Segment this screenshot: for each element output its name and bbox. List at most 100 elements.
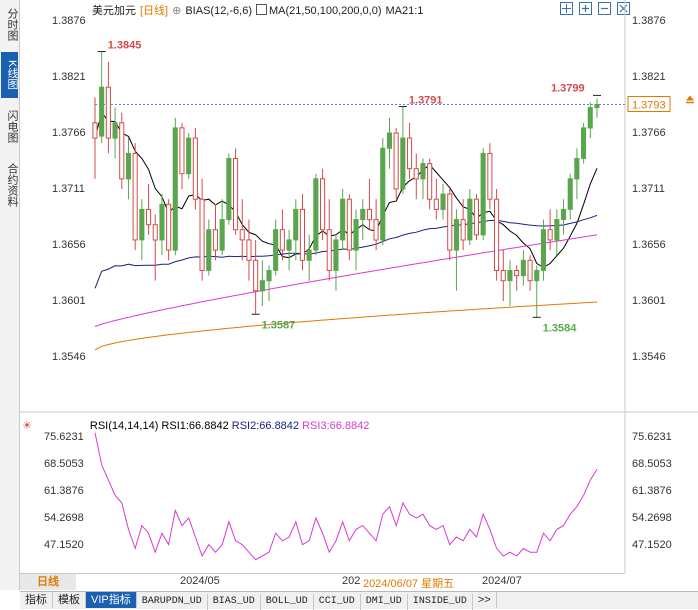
candle-body — [333, 239, 339, 271]
symbol-name: 美元加元 — [92, 5, 136, 17]
candle-body — [266, 270, 272, 282]
candle-body — [273, 229, 279, 271]
price-tick-right: 1.3711 — [632, 183, 665, 195]
move-icon[interactable] — [560, 2, 573, 15]
candle-body — [286, 239, 292, 251]
candle-body — [413, 168, 419, 180]
indicator-ma21: MA21:1 — [385, 5, 424, 17]
candle-body — [119, 122, 125, 180]
price-tick-left: 1.3821 — [52, 71, 86, 83]
tab-indicators[interactable]: 指标 — [20, 592, 53, 608]
price-tick-left: 1.3656 — [52, 239, 86, 251]
rsi3-value: RSI3:66.8842 — [302, 420, 370, 432]
candle-body — [453, 219, 459, 251]
candle-body — [527, 259, 533, 282]
candle-body — [574, 158, 580, 180]
price-up-arrow-icon — [686, 95, 694, 101]
tab-vip-indicators[interactable]: VIP指标 — [86, 592, 137, 608]
price-tick-left: 1.3766 — [52, 127, 86, 139]
candle-body — [373, 219, 379, 241]
candle-body — [587, 107, 593, 129]
chart-type-icon[interactable] — [255, 4, 267, 15]
price-tick-right: 1.3821 — [632, 71, 666, 83]
candle-body — [594, 104, 600, 109]
candle-body — [313, 178, 319, 251]
period-selector[interactable]: [日线] — [140, 5, 168, 17]
candle-body — [172, 127, 178, 251]
rsi-tick-left: 75.6231 — [44, 431, 84, 443]
current-price-box — [627, 96, 671, 113]
rsi-header: ☀ RSI(14,14,14) RSI1:66.8842 RSI2:66.8842… — [22, 419, 370, 432]
candle-body — [293, 208, 299, 241]
candle-body — [320, 178, 326, 231]
candle-body — [540, 229, 547, 271]
candlestick-chart[interactable]: 1.3876 1.3876 1.3821 1.3821 1.3766 1.3766 1.37… — [0, 0, 698, 608]
price-tick-left: 1.3546 — [52, 351, 86, 363]
candle-body — [139, 208, 145, 241]
candle-body — [146, 208, 152, 226]
extreme-label: 1.3845 — [108, 40, 142, 52]
candle-body — [440, 193, 446, 210]
candle-body — [125, 152, 132, 180]
tab-timeshare[interactable]: 分时图 — [1, 4, 18, 44]
target-icon[interactable]: ⊕ — [172, 5, 181, 17]
rsi-tick-left: 68.5053 — [44, 458, 84, 470]
rsi-settings-icon[interactable]: ☀ — [22, 420, 32, 432]
indicator-bias[interactable]: BIAS(12,-6,6) — [185, 5, 252, 17]
rsi2-value: RSI2:66.8842 — [231, 420, 300, 432]
candle-body — [420, 163, 426, 180]
time-label-jul: 2024/07 — [482, 575, 522, 587]
candle-body — [507, 270, 513, 282]
candle-body — [514, 270, 520, 277]
time-label-prefix: 202 — [342, 575, 361, 587]
tab-kline[interactable]: K线图 — [1, 52, 18, 98]
price-tick-right: 1.3601 — [632, 295, 666, 307]
candle-body — [179, 127, 185, 175]
candle-body — [520, 259, 526, 277]
candle-body — [581, 127, 587, 159]
zoom-in-icon[interactable] — [579, 2, 592, 15]
tabs-more[interactable]: >> — [473, 592, 497, 608]
indicator-tabs: 指标 模板 VIP指标 BARUPDN_UD BIAS_UD BOLL_UD CCI_UD D… — [20, 591, 698, 610]
tab-flash[interactable]: 闪电图 — [1, 104, 18, 148]
zoom-out-icon[interactable] — [598, 2, 611, 15]
candle-body — [554, 219, 560, 241]
candle-body — [132, 152, 138, 241]
candle-body — [239, 229, 245, 241]
candle-body — [152, 224, 158, 241]
tab-templates[interactable]: 模板 — [53, 592, 86, 608]
candle-body — [480, 152, 486, 236]
rsi-tick-left: 54.2698 — [44, 512, 84, 524]
crosshair-date: 2024/06/07 星期五 — [363, 578, 455, 590]
candle-body — [433, 198, 439, 210]
candle-body — [353, 219, 359, 251]
tab-contract-info[interactable]: 合约资料 — [1, 156, 18, 214]
candle-body — [380, 147, 386, 241]
ma200-line — [94, 301, 598, 351]
candle-body — [186, 137, 192, 175]
chart-header: 美元加元 [日线] ⊕ BIAS(12,-6,6) MA(21,50,100,200,0… — [92, 2, 427, 18]
candle-body — [306, 249, 312, 261]
candle-body — [226, 158, 232, 221]
rsi-tick-right: 75.6231 — [632, 431, 672, 443]
candle-body — [360, 208, 366, 221]
candle-body — [393, 132, 399, 190]
candle-body — [192, 137, 198, 200]
price-tick-left: 1.3876 — [52, 15, 86, 27]
candle-body — [219, 219, 225, 251]
rsi-tick-right: 54.2698 — [632, 512, 672, 524]
rsi-tick-right: 68.5053 — [632, 458, 672, 470]
candle-body — [487, 152, 493, 200]
candle-body — [400, 137, 406, 190]
period-label[interactable]: 日线 — [20, 574, 76, 590]
candle-body — [206, 229, 212, 271]
candle-body — [427, 163, 433, 200]
rsi-tick-left: 47.1520 — [44, 539, 84, 551]
candle-body — [366, 208, 372, 221]
extreme-label: 1.3791 — [409, 95, 443, 107]
candle-body — [159, 203, 165, 241]
candle-body — [407, 137, 413, 170]
close-icon[interactable] — [617, 2, 630, 15]
ma50-line — [94, 214, 598, 289]
indicator-ma[interactable]: MA(21,50,100,200,0,0) — [269, 5, 382, 17]
